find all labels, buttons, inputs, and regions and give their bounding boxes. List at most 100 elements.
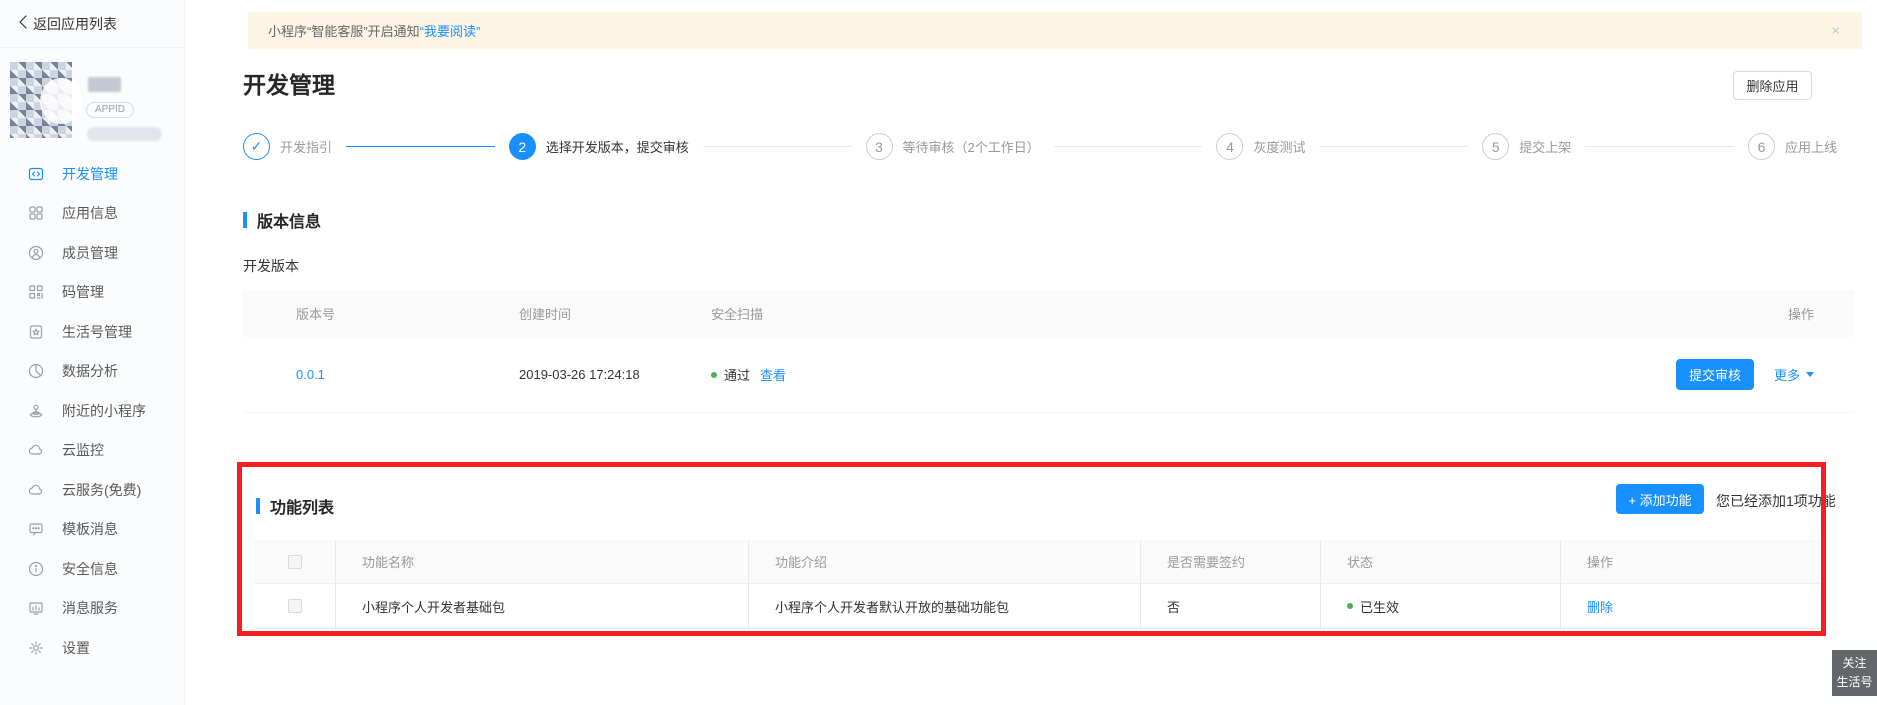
info-shield-icon — [28, 560, 45, 577]
step-number: 5 — [1482, 133, 1509, 160]
gear-icon — [28, 639, 45, 656]
feature-section-title: 功能列表 — [256, 494, 334, 518]
main-content: 小程序“智能客服”开启通知“我要阅读” × 开发管理 删除应用 ✓ 开发指引 2… — [186, 0, 1877, 705]
sidebar-item-label: 码管理 — [62, 282, 104, 302]
back-to-app-list-link[interactable]: 返回应用列表 — [0, 0, 184, 48]
sidebar-item-members[interactable]: 成员管理 — [0, 233, 184, 273]
sidebar-item-label: 数据分析 — [62, 361, 118, 381]
step-connector — [346, 146, 495, 147]
step-number: 6 — [1748, 133, 1775, 160]
message-icon — [28, 521, 45, 538]
step-number: 4 — [1216, 133, 1243, 160]
feature-status: 已生效 — [1360, 597, 1399, 616]
select-all-checkbox[interactable] — [288, 555, 302, 569]
sidebar-item-security-info[interactable]: 安全信息 — [0, 549, 184, 589]
col-header-actions: 操作 — [1560, 540, 1820, 583]
added-feature-hint: 您已经添加1项功能 — [1716, 491, 1836, 511]
sidebar-item-analytics[interactable]: 数据分析 — [0, 352, 184, 392]
dev-version-subtitle: 开发版本 — [243, 256, 299, 276]
qrcode-icon — [28, 284, 45, 301]
app-name-blurred — [88, 77, 121, 92]
caret-down-icon — [1806, 372, 1814, 377]
step-connector — [703, 146, 852, 147]
feature-table: 功能名称 功能介绍 是否需要签约 状态 操作 小程序个人开发者基础包 小程序个人… — [254, 540, 1820, 629]
sidebar-item-settings[interactable]: 设置 — [0, 628, 184, 668]
appid-value-blurred — [87, 127, 162, 141]
step-label: 开发指引 — [280, 137, 332, 156]
step-check-icon: ✓ — [243, 133, 270, 160]
sidebar-item-label: 开发管理 — [62, 164, 118, 184]
version-number-link[interactable]: 0.0.1 — [296, 367, 325, 382]
version-table-row: 0.0.1 2019-03-26 17:24:18 通过 查看 提交审核 更多 — [243, 337, 1854, 413]
col-header-feature-name: 功能名称 — [335, 540, 748, 583]
sidebar-item-label: 安全信息 — [62, 559, 118, 579]
step-number: 3 — [866, 133, 893, 160]
sidebar: 返回应用列表 APPID 开发管理 应用信息 成员管理 码管理 — [0, 0, 185, 705]
sidebar-item-dev-manage[interactable]: 开发管理 — [0, 154, 184, 194]
delete-feature-link[interactable]: 删除 — [1587, 597, 1613, 616]
feature-name: 小程序个人开发者基础包 — [335, 584, 748, 628]
follow-life-account-tab[interactable]: 关注 生活号 — [1832, 650, 1877, 696]
more-dropdown[interactable]: 更多 — [1774, 365, 1814, 384]
sidebar-item-cloud-monitor[interactable]: 云监控 — [0, 431, 184, 471]
col-header-scan: 安全扫描 — [711, 304, 1524, 323]
sidebar-item-label: 模板消息 — [62, 519, 118, 539]
created-time: 2019-03-26 17:24:18 — [519, 367, 711, 382]
step-label: 选择开发版本，提交审核 — [546, 137, 689, 156]
step-number: 2 — [509, 133, 536, 160]
sidebar-item-label: 生活号管理 — [62, 322, 132, 342]
app-avatar — [10, 62, 72, 138]
row-checkbox[interactable] — [288, 599, 302, 613]
step-connector — [1054, 146, 1203, 147]
version-table-header: 版本号 创建时间 安全扫描 操作 — [243, 290, 1854, 337]
version-section-title: 版本信息 — [243, 208, 321, 232]
col-header-version: 版本号 — [243, 304, 519, 323]
scan-status: 通过 — [724, 365, 750, 384]
app-info-card: APPID — [0, 48, 184, 154]
delete-app-button[interactable]: 删除应用 — [1733, 71, 1812, 100]
sidebar-item-cloud-service[interactable]: 云服务(免费) — [0, 470, 184, 510]
member-icon — [28, 244, 45, 261]
back-label: 返回应用列表 — [33, 14, 117, 34]
add-feature-button[interactable]: + 添加功能 — [1616, 484, 1704, 514]
col-header-created: 创建时间 — [519, 304, 711, 323]
follow-tab-line1: 关注 — [1842, 654, 1866, 673]
sidebar-item-life-account[interactable]: 生活号管理 — [0, 312, 184, 352]
sidebar-item-qrcode[interactable]: 码管理 — [0, 273, 184, 313]
close-icon[interactable]: × — [1831, 23, 1840, 38]
pie-chart-icon — [28, 363, 45, 380]
sidebar-item-nearby[interactable]: 附近的小程序 — [0, 391, 184, 431]
step-connector — [1585, 146, 1734, 147]
sidebar-item-message-service[interactable]: 消息服务 — [0, 589, 184, 629]
step-submit-launch: 5 提交上架 — [1482, 133, 1571, 160]
developer-console-page: 返回应用列表 APPID 开发管理 应用信息 成员管理 码管理 — [0, 0, 1877, 705]
step-label: 应用上线 — [1785, 137, 1837, 156]
sidebar-item-template-message[interactable]: 模板消息 — [0, 510, 184, 550]
section-title-text: 功能列表 — [270, 494, 334, 518]
cloud-icon — [28, 442, 45, 459]
section-accent-bar — [256, 498, 260, 514]
submit-review-button[interactable]: 提交审核 — [1676, 359, 1754, 390]
chevron-left-icon — [16, 14, 26, 33]
step-label: 等待审核（2个工作日） — [903, 137, 1040, 156]
notice-read-link[interactable]: “我要阅读” — [420, 21, 481, 40]
sidebar-item-label: 云监控 — [62, 440, 104, 460]
col-header-need-sign: 是否需要签约 — [1140, 540, 1320, 583]
code-icon — [28, 165, 45, 182]
notice-banner: 小程序“智能客服”开启通知“我要阅读” × — [248, 12, 1862, 49]
step-choose-version: 2 选择开发版本，提交审核 — [509, 133, 689, 160]
step-app-online: 6 应用上线 — [1748, 133, 1837, 160]
sidebar-item-app-info[interactable]: 应用信息 — [0, 194, 184, 234]
feature-table-row: 小程序个人开发者基础包 小程序个人开发者默认开放的基础功能包 否 已生效 删除 — [254, 584, 1820, 629]
sidebar-item-label: 附近的小程序 — [62, 401, 146, 421]
status-dot-icon — [1347, 603, 1353, 609]
progress-stepper: ✓ 开发指引 2 选择开发版本，提交审核 3 等待审核（2个工作日） 4 灰度测… — [243, 133, 1837, 160]
section-accent-bar — [243, 212, 247, 228]
view-scan-link[interactable]: 查看 — [760, 365, 786, 384]
step-dev-guide: ✓ 开发指引 — [243, 133, 332, 160]
notice-text: 小程序“智能客服”开启通知 — [268, 21, 420, 40]
grid-icon — [28, 205, 45, 222]
sidebar-item-label: 成员管理 — [62, 243, 118, 263]
col-header-status: 状态 — [1320, 540, 1560, 583]
page-title: 开发管理 — [243, 66, 335, 100]
